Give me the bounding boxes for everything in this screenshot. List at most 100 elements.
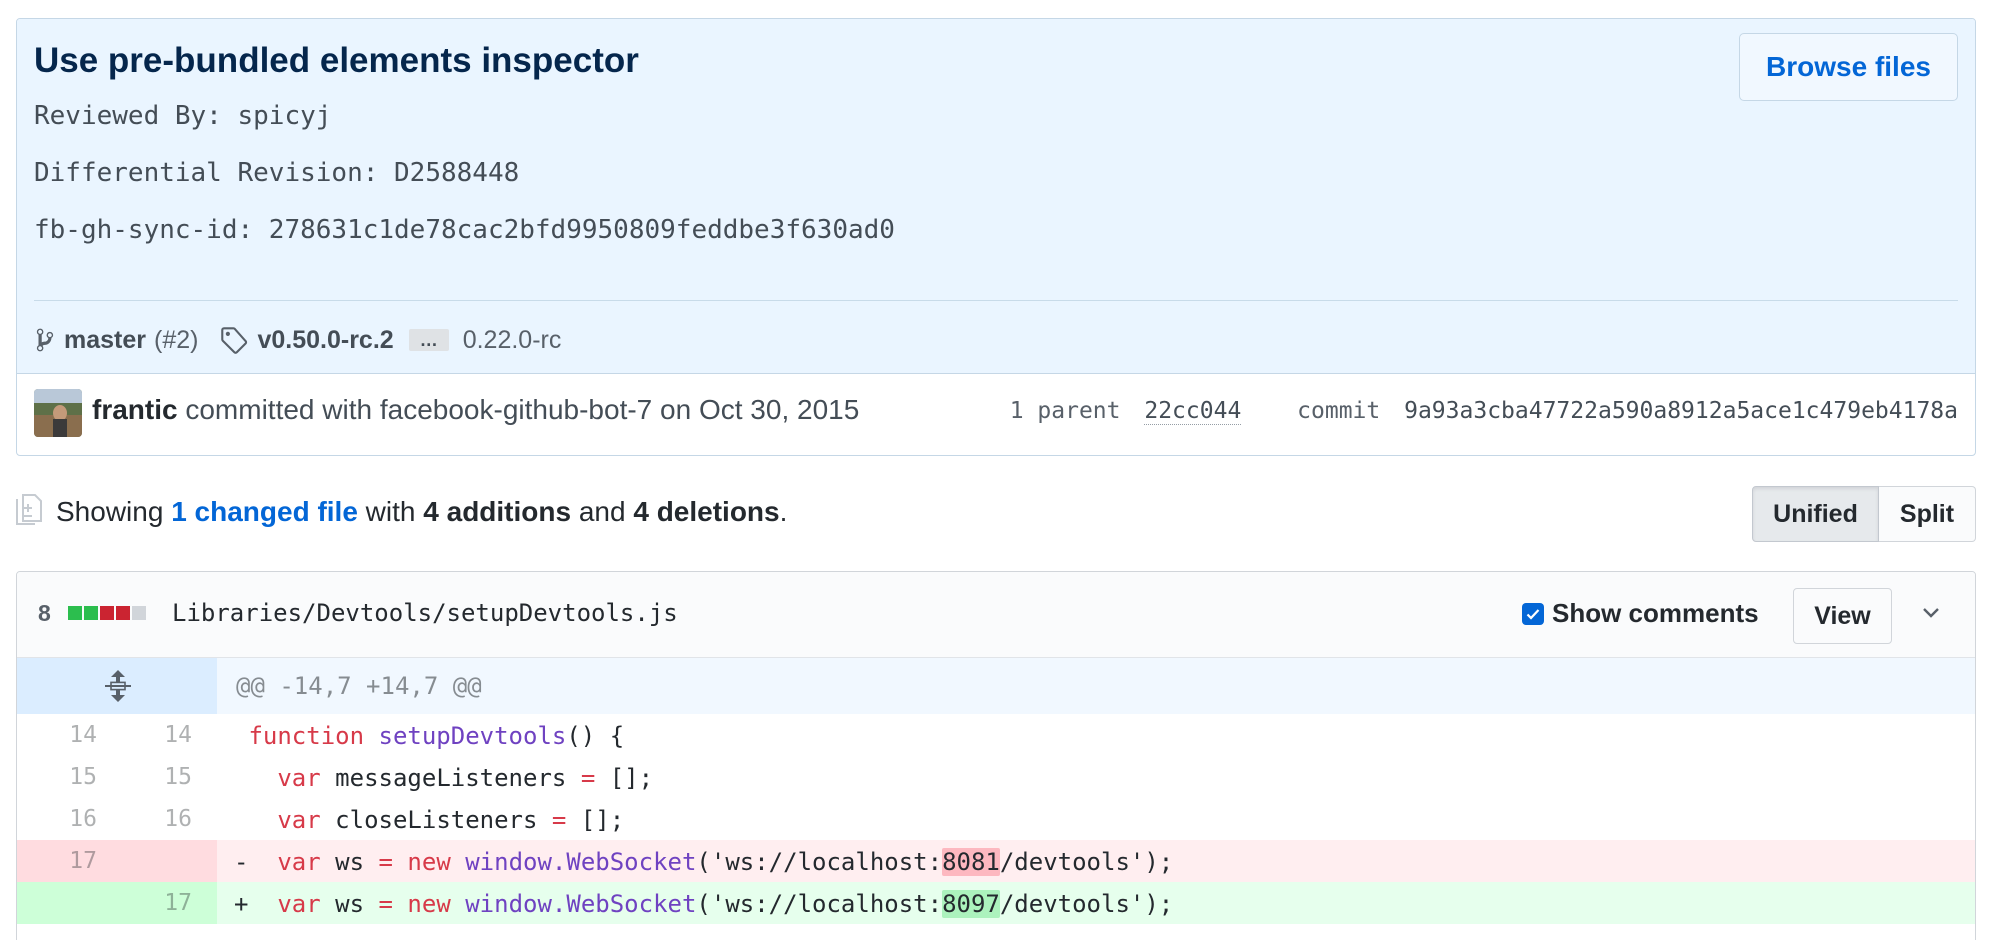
toc-summary: Showing 1 changed file with 4 additions … bbox=[56, 496, 787, 528]
commit-title: Use pre-bundled elements inspector bbox=[34, 41, 639, 80]
code-token: messageListeners bbox=[320, 764, 581, 792]
author-name[interactable]: frantic bbox=[92, 394, 178, 425]
code-line: var closeListeners = []; bbox=[234, 798, 624, 840]
new-line-number[interactable] bbox=[97, 840, 192, 882]
code-token: var bbox=[277, 806, 321, 834]
code-token: var bbox=[277, 890, 321, 918]
code-token: /devtools'); bbox=[999, 848, 1174, 876]
expand-tags-button[interactable]: … bbox=[408, 329, 449, 351]
code-line: - var ws = new window.WebSocket('ws://lo… bbox=[234, 840, 1173, 882]
diff-marker: - bbox=[234, 848, 249, 876]
branch-icon bbox=[36, 328, 54, 352]
changed-files-link[interactable]: 1 changed file bbox=[171, 496, 358, 527]
old-line-number[interactable] bbox=[17, 882, 97, 924]
author-suffix: committed with facebook-github-bot-7 on … bbox=[177, 394, 860, 425]
code-token: []; bbox=[595, 764, 654, 792]
tag-name-old[interactable]: 0.22.0-rc bbox=[463, 326, 562, 355]
commit-description-line: Reviewed By: spicyj bbox=[34, 101, 332, 131]
additions-count: 4 additions bbox=[423, 496, 572, 527]
commit-label: commit bbox=[1297, 398, 1381, 424]
code-token: setupDevtools bbox=[378, 722, 567, 750]
code-token: ws bbox=[320, 848, 379, 876]
toc-text: and bbox=[571, 496, 634, 527]
show-comments-checkbox[interactable] bbox=[1522, 602, 1544, 625]
diffstat-block bbox=[132, 606, 146, 620]
code-token: /devtools'); bbox=[999, 890, 1174, 918]
expand-icon[interactable] bbox=[103, 670, 133, 702]
diff-line: 16 16 var closeListeners = []; bbox=[17, 798, 1975, 840]
toc-bar: Showing 1 changed file with 4 additions … bbox=[16, 484, 1976, 542]
hunk-header-row: @@ -14,7 +14,7 @@ bbox=[17, 658, 1975, 714]
commit-sha-info: 1 parent 22cc044 commit 9a93a3cba47722a5… bbox=[1009, 398, 1958, 425]
show-comments-label: Show comments bbox=[1552, 598, 1759, 628]
branch-name[interactable]: master bbox=[64, 326, 146, 355]
chevron-down-icon[interactable] bbox=[1921, 606, 1941, 620]
tag-name[interactable]: v0.50.0-rc.2 bbox=[257, 326, 393, 355]
parent-sha-link[interactable]: 22cc044 bbox=[1144, 398, 1242, 425]
code-line: var messageListeners = []; bbox=[234, 756, 653, 798]
code-token: = bbox=[378, 848, 393, 876]
unified-button[interactable]: Unified bbox=[1752, 486, 1879, 542]
split-button[interactable]: Split bbox=[1879, 486, 1976, 542]
diff-line-addition: 17 + var ws = new window.WebSocket('ws:/… bbox=[17, 882, 1975, 924]
diffstat-block bbox=[116, 606, 130, 620]
old-line-number[interactable]: 17 bbox=[17, 840, 97, 882]
code-token: new bbox=[407, 848, 451, 876]
diffstat-count: 8 bbox=[38, 600, 51, 626]
code-token: []; bbox=[566, 806, 625, 834]
code-token: ('ws://localhost: bbox=[696, 890, 943, 918]
parent-label: 1 parent bbox=[1009, 398, 1121, 424]
code-token: window.WebSocket bbox=[465, 848, 697, 876]
view-file-button[interactable]: View bbox=[1793, 588, 1892, 644]
browse-files-button[interactable]: Browse files bbox=[1739, 33, 1958, 101]
code-token: var bbox=[277, 848, 321, 876]
diff-line: 14 14 function setupDevtools() { bbox=[17, 714, 1975, 756]
code-token: ws bbox=[320, 890, 379, 918]
commit-header: Use pre-bundled elements inspector Brows… bbox=[17, 19, 1975, 373]
commit-sha: 9a93a3cba47722a590a8912a5ace1c479eb4178a bbox=[1404, 398, 1958, 424]
code-token: closeListeners bbox=[320, 806, 552, 834]
code-line: + var ws = new window.WebSocket('ws://lo… bbox=[234, 882, 1173, 924]
hunk-header: @@ -14,7 +14,7 @@ bbox=[236, 672, 482, 700]
toc-text: Showing bbox=[56, 496, 172, 527]
changed-token: 8097 bbox=[942, 890, 1000, 918]
diffstat-blocks bbox=[68, 606, 146, 620]
diff-view-toggle: Unified Split bbox=[1752, 486, 1976, 542]
divider bbox=[34, 300, 1958, 301]
toc-text: with bbox=[357, 496, 424, 527]
code-token: window.WebSocket bbox=[465, 890, 697, 918]
toc-text: . bbox=[779, 496, 788, 527]
new-line-number[interactable]: 17 bbox=[97, 882, 192, 924]
commit-box: Use pre-bundled elements inspector Brows… bbox=[16, 18, 1976, 456]
old-line-number[interactable]: 15 bbox=[17, 756, 97, 798]
show-comments-toggle[interactable]: Show comments bbox=[1522, 598, 1759, 629]
code-line: function setupDevtools() { bbox=[234, 714, 624, 756]
file-header: 8 Libraries/Devtools/setupDevtools.js Sh… bbox=[17, 572, 1975, 658]
file-path[interactable]: Libraries/Devtools/setupDevtools.js bbox=[172, 599, 678, 627]
commit-author-line: frantic committed with facebook-github-b… bbox=[92, 394, 859, 426]
checkmark-icon bbox=[1526, 608, 1540, 620]
branch-tag-row: master (#2) v0.50.0-rc.2 … 0.22.0-rc bbox=[34, 322, 561, 358]
code-token: function bbox=[248, 722, 365, 750]
old-line-number[interactable]: 14 bbox=[17, 714, 97, 756]
code-token: = bbox=[378, 890, 393, 918]
commit-description-line: Differential Revision: D2588448 bbox=[34, 158, 520, 188]
file-diff: 8 Libraries/Devtools/setupDevtools.js Sh… bbox=[16, 571, 1976, 940]
code-token: () { bbox=[566, 722, 625, 750]
commit-description-line: fb-gh-sync-id: 278631c1de78cac2bfd995080… bbox=[34, 215, 895, 245]
changed-token: 8081 bbox=[942, 848, 1000, 876]
new-line-number[interactable]: 14 bbox=[97, 714, 192, 756]
code-token: = bbox=[551, 806, 567, 834]
avatar[interactable] bbox=[34, 389, 82, 437]
diffstat-block bbox=[68, 606, 82, 620]
new-line-number[interactable]: 15 bbox=[97, 756, 192, 798]
new-line-number[interactable]: 16 bbox=[97, 798, 192, 840]
branch-count: (#2) bbox=[154, 325, 199, 354]
file-diff-icon bbox=[16, 494, 42, 525]
diff-marker: + bbox=[234, 890, 249, 918]
diff-line: 15 15 var messageListeners = []; bbox=[17, 756, 1975, 798]
diffstat-block bbox=[84, 606, 98, 620]
code-token: ('ws://localhost: bbox=[696, 848, 943, 876]
tag-icon bbox=[221, 327, 248, 354]
old-line-number[interactable]: 16 bbox=[17, 798, 97, 840]
